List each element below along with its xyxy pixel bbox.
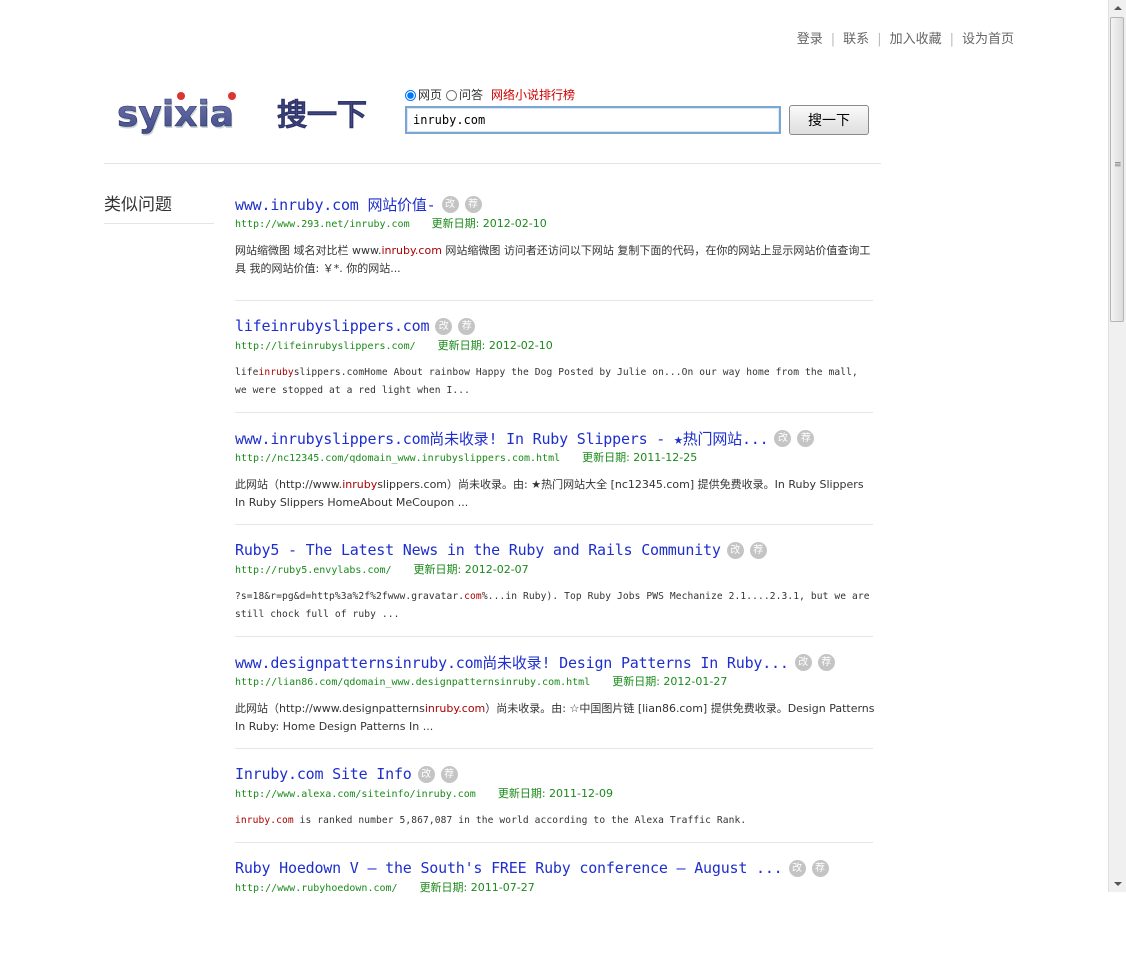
recommend-badge[interactable]: 荐: [458, 317, 476, 335]
result-item: www.inruby.com 网站价值- 改荐 http://www.293.ne…: [235, 190, 873, 301]
search-row: 搜一下: [405, 105, 869, 135]
result-snippet: ?s=18&r=pg&d=http%3a%2f%2fwww.gravatar.c…: [235, 591, 870, 620]
radio-web[interactable]: [405, 89, 416, 101]
recommend-badge[interactable]: 荐: [464, 195, 482, 213]
scroll-thumb[interactable]: [1110, 17, 1124, 322]
result-title-link[interactable]: www.inrubyslippers.com尚未收录! In Ruby Slip…: [235, 428, 769, 449]
radio-qa-label[interactable]: 问答: [459, 86, 483, 104]
nav-separator: |: [949, 32, 954, 47]
result-item: Ruby5 - The Latest News in the Ruby and …: [235, 525, 873, 637]
result-url: http://lifeinrubyslippers.com/: [235, 341, 416, 352]
edit-badge[interactable]: 改: [726, 541, 744, 559]
recommend-badge[interactable]: 荐: [817, 653, 835, 671]
result-title-link[interactable]: www.designpatternsinruby.com尚未收录! Design…: [235, 652, 789, 673]
result-snippet: 此网站（http://www.inrubyslippers.com）尚未收录。由…: [235, 478, 864, 509]
search-type-options: 网页 问答 网络小说排行榜: [405, 86, 869, 104]
result-date: 更新日期: 2011-07-27: [419, 881, 535, 894]
result-url: http://www.alexa.com/siteinfo/inruby.com: [235, 789, 476, 800]
edit-badge[interactable]: 改: [417, 765, 435, 783]
result-item: Ruby Hoedown V — the South's FREE Ruby c…: [235, 843, 873, 955]
sidebar-title: 类似问题: [104, 190, 214, 224]
result-date: 更新日期: 2012-01-27: [612, 675, 728, 688]
result-title-link[interactable]: www.inruby.com 网站价值-: [235, 194, 436, 215]
novel-rank-link[interactable]: 网络小说排行榜: [491, 86, 575, 104]
scroll-down-arrow-icon[interactable]: [1109, 875, 1126, 892]
logo-text: syixia: [117, 94, 234, 135]
result-title-link[interactable]: Ruby Hoedown V — the South's FREE Ruby c…: [235, 859, 783, 877]
recommend-badge[interactable]: 荐: [811, 859, 829, 877]
edit-badge[interactable]: 改: [794, 653, 812, 671]
add-favorite-link[interactable]: 加入收藏: [890, 32, 942, 47]
result-item: lifeinrubyslippers.com 改荐 http://lifeinru…: [235, 301, 873, 413]
set-homepage-link[interactable]: 设为首页: [962, 32, 1014, 47]
result-url: http://ruby5.envylabs.com/: [235, 565, 392, 576]
contact-link[interactable]: 联系: [843, 32, 869, 47]
radio-qa[interactable]: [446, 89, 458, 101]
result-url: http://lian86.com/qdomain_www.designpatt…: [235, 677, 591, 688]
logo-subtitle: 搜一下: [277, 98, 367, 133]
edit-badge[interactable]: 改: [788, 859, 806, 877]
vertical-scrollbar[interactable]: [1108, 0, 1126, 892]
login-link[interactable]: 登录: [797, 32, 823, 47]
result-snippet: lifeinrubyslippers.comHome About rainbow…: [235, 367, 858, 396]
result-date: 更新日期: 2012-02-10: [431, 217, 547, 230]
results-list: www.inruby.com 网站价值- 改荐 http://www.293.ne…: [235, 190, 875, 955]
result-title-link[interactable]: Ruby5 - The Latest News in the Ruby and …: [235, 541, 721, 559]
edit-badge[interactable]: 改: [435, 317, 453, 335]
scroll-up-arrow-icon[interactable]: [1109, 0, 1126, 17]
edit-badge[interactable]: 改: [774, 429, 792, 447]
recommend-badge[interactable]: 荐: [749, 541, 767, 559]
result-date: 更新日期: 2011-12-25: [582, 451, 698, 464]
result-snippet: 网站缩微图 域名对比栏 www.inruby.com 网站缩微图 访问者还访问以…: [235, 244, 871, 275]
radio-web-label[interactable]: 网页: [418, 86, 442, 104]
result-item: Inruby.com Site Info 改荐 http://www.alexa.…: [235, 749, 873, 843]
recommend-badge[interactable]: 荐: [797, 429, 815, 447]
result-item: www.designpatternsinruby.com尚未收录! Design…: [235, 637, 875, 749]
recommend-badge[interactable]: 荐: [440, 765, 458, 783]
result-url: http://nc12345.com/qdomain_www.inrubysli…: [235, 453, 561, 464]
result-url: http://www.rubyhoedown.com/: [235, 883, 398, 894]
site-logo[interactable]: syixia syixia 搜一下: [117, 88, 379, 144]
result-url: http://www.293.net/inruby.com: [235, 219, 410, 230]
result-date: 更新日期: 2012-02-10: [437, 339, 553, 352]
result-date: 更新日期: 2011-12-09: [497, 787, 613, 800]
logo-dot-star: [177, 92, 185, 100]
result-title-link[interactable]: Inruby.com Site Info: [235, 765, 412, 783]
top-nav: 登录 | 联系 | 加入收藏 | 设为首页: [797, 28, 1014, 47]
search-area: 网页 问答 网络小说排行榜 搜一下: [405, 86, 869, 135]
logo-dot-star: [228, 92, 236, 100]
result-title-link[interactable]: lifeinrubyslippers.com: [235, 317, 429, 335]
result-date: 更新日期: 2012-02-07: [413, 563, 529, 576]
search-input[interactable]: [405, 106, 781, 134]
edit-badge[interactable]: 改: [441, 195, 459, 213]
search-button[interactable]: 搜一下: [789, 105, 869, 135]
nav-separator: |: [830, 32, 836, 47]
result-snippet: 此网站（http://www.designpatternsinruby.com）…: [235, 702, 875, 733]
nav-separator: |: [877, 32, 882, 47]
header-divider: [104, 163, 881, 164]
result-item: www.inrubyslippers.com尚未收录! In Ruby Slip…: [235, 413, 873, 525]
